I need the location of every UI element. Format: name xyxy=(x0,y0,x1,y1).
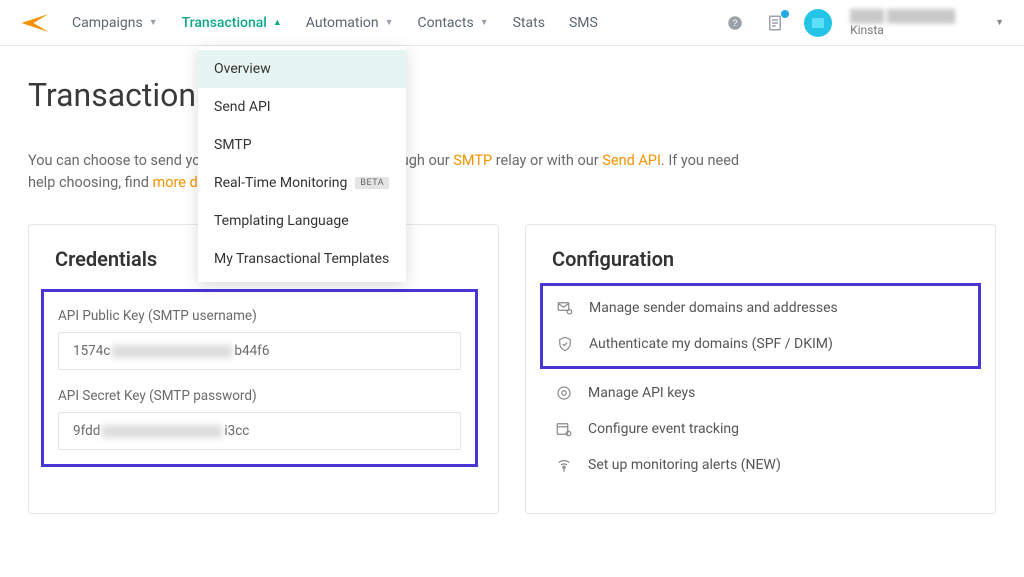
account-name-redacted: ████ ████████ xyxy=(850,9,955,23)
page-body: Transactional You can choose to send you… xyxy=(0,46,1024,524)
nav-label: Campaigns xyxy=(72,15,143,31)
dropdown-send-api[interactable]: Send API xyxy=(198,88,406,126)
nav-label: Contacts xyxy=(418,15,474,31)
notifications-icon[interactable] xyxy=(764,12,786,34)
notification-dot-icon xyxy=(781,10,789,18)
config-event-tracking[interactable]: Configure event tracking xyxy=(552,411,969,447)
config-manage-domains[interactable]: Manage sender domains and addresses xyxy=(553,290,968,326)
config-label: Manage API keys xyxy=(588,385,695,401)
configuration-card: Configuration Manage sender domains and … xyxy=(525,224,996,514)
key-icon xyxy=(554,383,574,403)
dropdown-label: SMTP xyxy=(214,137,252,153)
send-api-link[interactable]: Send API xyxy=(602,152,661,169)
intro-part: relay or with our xyxy=(492,152,602,169)
nav-label: Automation xyxy=(306,15,379,31)
beta-badge: BETA xyxy=(355,177,389,189)
dropdown-my-templates[interactable]: My Transactional Templates xyxy=(198,240,406,278)
envelope-gear-icon xyxy=(555,298,575,318)
public-key-field[interactable]: 1574c b44f6 xyxy=(58,332,461,370)
key-prefix: 9fdd xyxy=(73,423,100,439)
nav-label: Stats xyxy=(513,15,545,31)
key-suffix: i3cc xyxy=(224,423,249,439)
calendar-gear-icon xyxy=(554,419,574,439)
antenna-icon xyxy=(554,455,574,475)
config-label: Configure event tracking xyxy=(588,421,739,437)
top-nav: Campaigns ▼ Transactional ▲ Automation ▼… xyxy=(0,0,1024,46)
config-authenticate[interactable]: Authenticate my domains (SPF / DKIM) xyxy=(553,326,968,362)
account-block[interactable]: ████ ████████ Kinsta xyxy=(850,9,955,37)
nav-campaigns[interactable]: Campaigns ▼ xyxy=(72,15,158,31)
transactional-dropdown: Overview Send API SMTP Real-Time Monitor… xyxy=(198,46,406,282)
dropdown-label: Send API xyxy=(214,99,271,115)
nav-menu: Campaigns ▼ Transactional ▲ Automation ▼… xyxy=(72,15,724,31)
nav-contacts[interactable]: Contacts ▼ xyxy=(418,15,489,31)
account-org: Kinsta xyxy=(850,23,955,37)
nav-stats[interactable]: Stats xyxy=(513,15,545,31)
dropdown-label: My Transactional Templates xyxy=(214,251,389,267)
dropdown-label: Real-Time Monitoring xyxy=(214,175,347,191)
redacted-icon xyxy=(112,345,232,358)
chevron-down-icon: ▼ xyxy=(149,17,158,28)
credentials-highlight: API Public Key (SMTP username) 1574c b44f… xyxy=(41,289,478,467)
topbar-right: ? ████ ████████ Kinsta ▼ xyxy=(724,9,1004,37)
nav-label: SMS xyxy=(569,15,598,31)
config-label: Authenticate my domains (SPF / DKIM) xyxy=(589,336,833,352)
dropdown-label: Overview xyxy=(214,61,271,77)
redacted-icon xyxy=(102,425,222,438)
svg-text:?: ? xyxy=(733,18,738,28)
page-title: Transactional xyxy=(28,76,996,114)
secret-key-field[interactable]: 9fdd i3cc xyxy=(58,412,461,450)
dropdown-overview[interactable]: Overview xyxy=(198,50,406,88)
configuration-heading: Configuration xyxy=(552,247,969,271)
nav-automation[interactable]: Automation ▼ xyxy=(306,15,394,31)
public-key-label: API Public Key (SMTP username) xyxy=(58,308,461,324)
cards-row: Credentials API Public Key (SMTP usernam… xyxy=(28,224,996,514)
key-prefix: 1574c xyxy=(73,343,110,359)
nav-transactional[interactable]: Transactional ▲ xyxy=(182,15,282,31)
chevron-down-icon[interactable]: ▼ xyxy=(995,17,1004,28)
config-label: Set up monitoring alerts (NEW) xyxy=(588,457,781,473)
dropdown-templating[interactable]: Templating Language xyxy=(198,202,406,240)
avatar[interactable] xyxy=(804,9,832,37)
logo[interactable] xyxy=(20,8,50,38)
nav-label: Transactional xyxy=(182,15,267,31)
chevron-down-icon: ▼ xyxy=(480,17,489,28)
nav-sms[interactable]: SMS xyxy=(569,15,598,31)
chevron-down-icon: ▼ xyxy=(385,17,394,28)
config-monitoring-alerts[interactable]: Set up monitoring alerts (NEW) xyxy=(552,447,969,483)
smtp-link[interactable]: SMTP xyxy=(453,152,492,169)
help-icon[interactable]: ? xyxy=(724,12,746,34)
dropdown-smtp[interactable]: SMTP xyxy=(198,126,406,164)
key-suffix: b44f6 xyxy=(234,343,269,359)
dropdown-rtm[interactable]: Real-Time Monitoring BETA xyxy=(198,164,406,202)
config-highlight: Manage sender domains and addresses Auth… xyxy=(540,283,981,369)
secret-key-label: API Secret Key (SMTP password) xyxy=(58,388,461,404)
config-api-keys[interactable]: Manage API keys xyxy=(552,375,969,411)
config-label: Manage sender domains and addresses xyxy=(589,300,838,316)
config-list: Manage sender domains and addresses Auth… xyxy=(552,289,969,483)
dropdown-label: Templating Language xyxy=(214,213,349,229)
chevron-up-icon: ▲ xyxy=(273,17,282,28)
shield-check-icon xyxy=(555,334,575,354)
